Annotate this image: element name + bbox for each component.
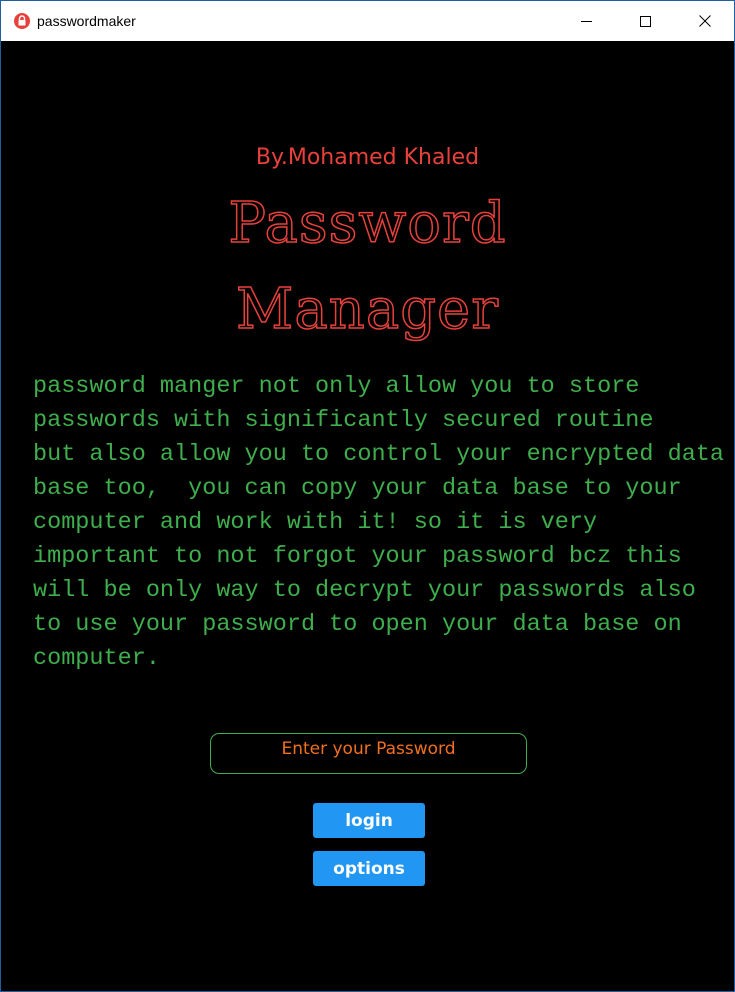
- title-bar[interactable]: passwordmaker: [1, 1, 734, 41]
- login-button[interactable]: login: [313, 803, 425, 838]
- lock-icon: [14, 13, 30, 29]
- app-heading: Password Manager: [1, 181, 734, 353]
- minimize-button[interactable]: [557, 1, 616, 41]
- description-line: important to not forgot your password bc…: [33, 543, 682, 570]
- app-window: passwordmaker By.Mohamed Khaled Password…: [0, 0, 735, 992]
- maximize-icon: [640, 15, 651, 27]
- heading-line-2: Manager: [235, 276, 499, 343]
- maximize-button[interactable]: [616, 1, 675, 41]
- heading-line-1: Password: [228, 190, 507, 257]
- window-controls: [557, 1, 734, 41]
- description-text: password manger not only allow you to st…: [33, 370, 725, 676]
- password-input[interactable]: [210, 733, 527, 774]
- author-label: By.Mohamed Khaled: [255, 145, 480, 170]
- description-line: base too, you can copy your data base to…: [33, 475, 682, 502]
- description-line: computer and work with it! so it is very: [33, 509, 598, 536]
- description-line: but also allow you to control your encry…: [33, 441, 725, 468]
- main-content: By.Mohamed Khaled Password Manager passw…: [1, 41, 734, 991]
- minimize-icon: [581, 20, 592, 22]
- description-line: to use your password to open your data b…: [33, 611, 682, 638]
- description-line: password manger not only allow you to st…: [33, 373, 640, 400]
- description-line: computer.: [33, 645, 160, 672]
- close-icon: [698, 15, 711, 27]
- options-button[interactable]: options: [313, 851, 425, 886]
- window-title: passwordmaker: [37, 13, 136, 29]
- description-line: will be only way to decrypt your passwor…: [33, 577, 696, 604]
- description-line: passwords with significantly secured rou…: [33, 407, 654, 434]
- close-button[interactable]: [675, 1, 734, 41]
